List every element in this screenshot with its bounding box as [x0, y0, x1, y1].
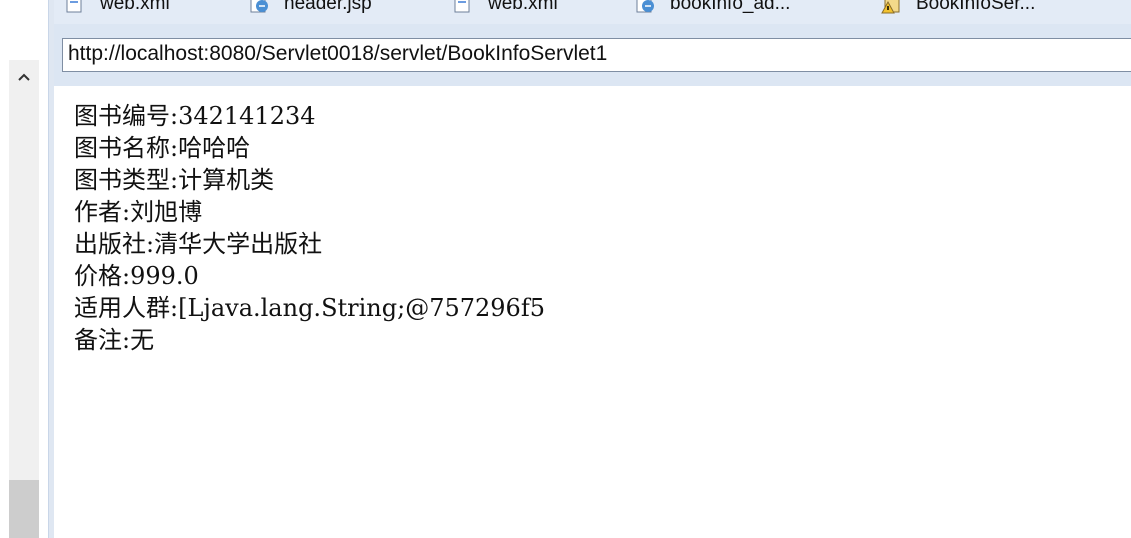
tab-header-jsp[interactable]: header.jsp: [248, 0, 372, 17]
ide-window: web.xml header.jsp web.xml bookInfo_ad..…: [0, 0, 1131, 538]
book-price-line: 价格:999.0: [74, 262, 199, 290]
tab-label: web.xml: [100, 0, 170, 14]
browser-toolbar: http://localhost:8080/Servlet0018/servle…: [54, 24, 1131, 87]
tab-web-xml-2[interactable]: web.xml: [452, 0, 558, 17]
vertical-scrollbar[interactable]: [9, 60, 39, 538]
tab-bookinfoser[interactable]: BookInfoSer...: [880, 0, 1035, 17]
page-content: 图书编号:342141234 图书名称:哈哈哈 图书类型:计算机类 作者:刘旭博…: [54, 86, 1131, 538]
left-panel: [0, 0, 48, 538]
jsp-file-icon: [634, 0, 656, 14]
java-warning-file-icon: [880, 0, 902, 14]
address-bar[interactable]: http://localhost:8080/Servlet0018/servle…: [62, 38, 1131, 72]
tab-label: bookInfo_ad...: [670, 0, 791, 14]
scroll-up-icon[interactable]: [9, 60, 39, 94]
book-audience-line: 适用人群:[Ljava.lang.String;@757296f5: [74, 294, 545, 322]
book-author-line: 作者:刘旭博: [74, 198, 203, 226]
book-id-line: 图书编号:342141234: [74, 102, 316, 130]
book-info-list: 图书编号:342141234 图书名称:哈哈哈 图书类型:计算机类 作者:刘旭博…: [74, 100, 545, 356]
book-type-line: 图书类型:计算机类: [74, 166, 275, 194]
book-publisher-line: 出版社:清华大学出版社: [74, 230, 323, 258]
jsp-file-icon: [248, 0, 270, 14]
tab-label: header.jsp: [284, 0, 372, 14]
scrollbar-thumb[interactable]: [9, 480, 39, 538]
tab-label: web.xml: [488, 0, 558, 14]
tab-label: BookInfoSer...: [916, 0, 1036, 14]
tab-bookinfo-ad[interactable]: bookInfo_ad...: [634, 0, 790, 17]
xml-file-icon: [64, 0, 86, 14]
book-name-line: 图书名称:哈哈哈: [74, 134, 251, 162]
xml-file-icon: [452, 0, 474, 14]
tab-web-xml-1[interactable]: web.xml: [64, 0, 170, 17]
editor-tabbar: web.xml header.jsp web.xml bookInfo_ad..…: [54, 0, 1131, 25]
book-remark-line: 备注:无: [74, 326, 155, 354]
